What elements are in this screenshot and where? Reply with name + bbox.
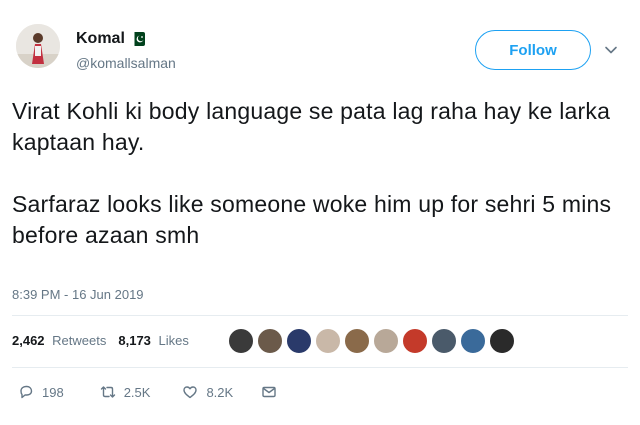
heart-icon [183,386,198,399]
liker-avatar[interactable] [431,328,457,354]
like-count: 8.2K [206,384,234,400]
divider [12,315,628,316]
envelope-icon [262,386,276,398]
tweet-card: Komal @komallsalman Follow Virat Kohli k… [0,0,640,425]
pakistan-flag-icon [130,32,145,46]
tweet-paragraph-1: Virat Kohli ki body language se pata lag… [12,98,611,155]
liker-avatar[interactable] [228,328,254,354]
retweet-count: 2.5K [123,384,151,400]
divider [12,367,628,368]
like-button[interactable]: 8.2K [182,384,233,400]
liker-avatar[interactable] [460,328,486,354]
engagement-stats: 2,462 Retweets 8,173 Likes [12,333,189,348]
reply-icon [20,385,33,399]
follow-button[interactable]: Follow [475,30,591,70]
liker-avatar[interactable] [489,328,515,354]
retweets-label: Retweets [52,333,107,348]
display-name[interactable]: Komal [76,30,125,48]
tweet-timestamp[interactable]: 8:39 PM - 16 Jun 2019 [12,287,144,302]
liker-avatar[interactable] [344,328,370,354]
retweets-count: 2,462 [12,333,45,348]
liker-avatar[interactable] [402,328,428,354]
likes-count: 8,173 [118,333,151,348]
likes-label: Likes [158,333,189,348]
liker-avatar[interactable] [373,328,399,354]
liker-avatar[interactable] [257,328,283,354]
liker-avatars [228,328,518,354]
liker-avatar[interactable] [286,328,312,354]
likes-stat[interactable]: 8,173 Likes [118,333,189,348]
tweet-paragraph-2: Sarfaraz looks like someone woke him up … [12,191,612,248]
liker-avatar[interactable] [315,328,341,354]
avatar[interactable] [16,24,60,68]
chevron-down-icon[interactable] [604,43,618,57]
retweet-icon [100,386,115,398]
direct-message-button[interactable] [261,384,277,400]
retweets-stat[interactable]: 2,462 Retweets [12,333,106,348]
reply-button[interactable]: 198 [18,384,64,400]
tweet-actions: 198 2.5K 8.2K [12,384,277,400]
retweet-button[interactable]: 2.5K [100,384,151,400]
user-handle[interactable]: @komallsalman [76,55,176,71]
tweet-text: Virat Kohli ki body language se pata lag… [12,96,628,251]
reply-count: 198 [42,384,64,400]
